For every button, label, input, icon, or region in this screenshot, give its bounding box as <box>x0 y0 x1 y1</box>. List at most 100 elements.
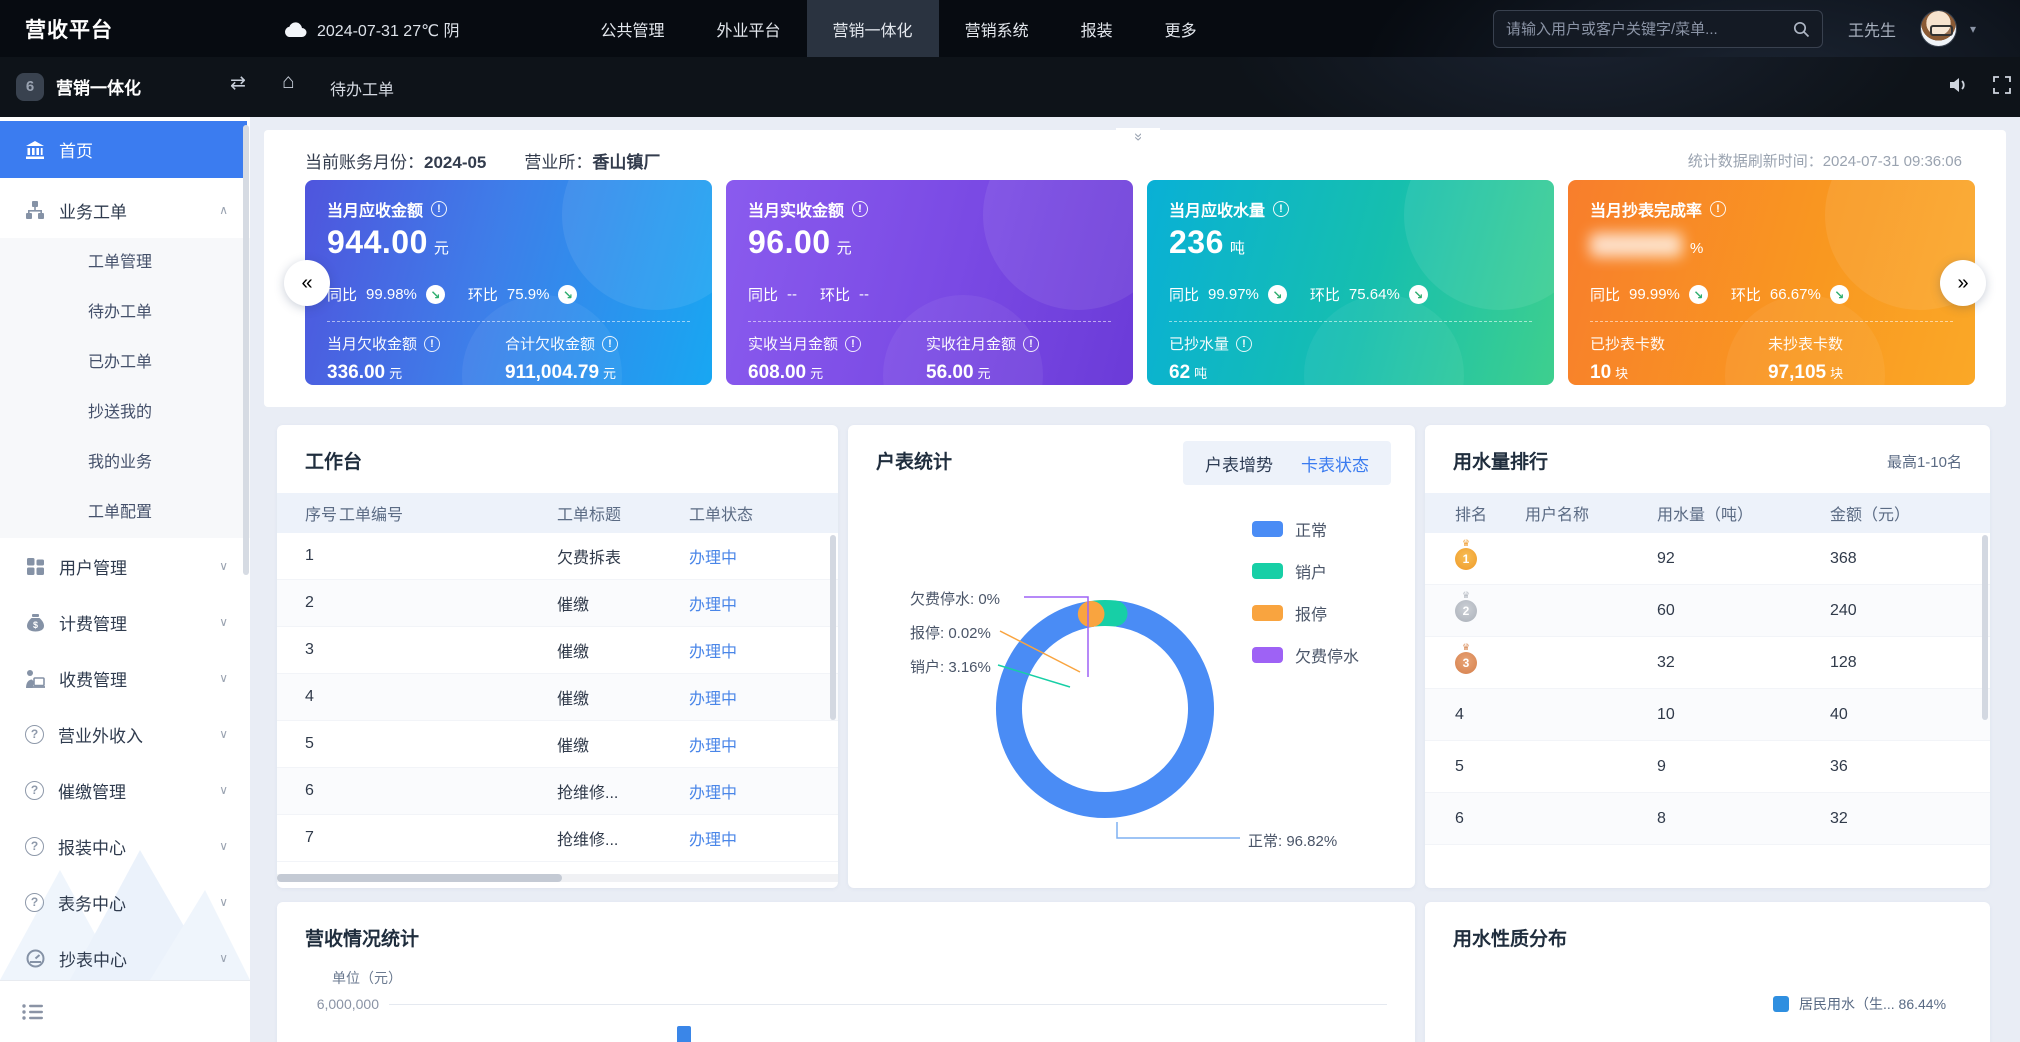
account-month: 当前账务月份：2024-05 <box>305 148 486 173</box>
info-icon[interactable] <box>845 336 861 352</box>
sidebar-item-fee-mgmt[interactable]: 收费管理 <box>0 650 250 706</box>
horizontal-scrollbar[interactable] <box>277 874 562 882</box>
legend-item[interactable]: 销户 <box>1252 559 1359 583</box>
table-row[interactable]: 5 催缴 办理中 <box>277 721 838 768</box>
quick-link-todo[interactable]: 待办工单 <box>330 76 394 100</box>
sidebar-subitem-my-business[interactable]: 我的业务 <box>0 438 250 488</box>
nav-item-marketing-system[interactable]: 营销系统 <box>939 0 1055 57</box>
info-icon[interactable] <box>1023 336 1039 352</box>
sidebar-footer <box>0 980 250 1042</box>
home-icon[interactable] <box>282 70 295 94</box>
info-icon[interactable] <box>1273 201 1289 217</box>
panel-title: 用水量排行 <box>1453 447 1548 474</box>
trend-down-icon <box>1689 285 1708 304</box>
list-menu-icon[interactable] <box>22 1003 44 1021</box>
chevron-down-icon[interactable] <box>1970 22 1976 36</box>
sidebar-scrollbar[interactable] <box>243 125 249 575</box>
speaker-icon[interactable] <box>1948 75 1970 95</box>
table-row[interactable]: 4 10 40 <box>1425 689 1990 741</box>
fullscreen-icon[interactable] <box>1992 75 2012 95</box>
table-row[interactable]: 3 32 128 <box>1425 637 1990 689</box>
legend-item[interactable]: 报停 <box>1252 601 1359 625</box>
silver-medal-icon: 2 <box>1455 600 1477 622</box>
panel-title: 营收情况统计 <box>305 924 419 951</box>
weather-widget: 2024-07-31 27℃ 阴 <box>283 17 460 41</box>
info-icon[interactable] <box>1710 201 1726 217</box>
sidebar-item-work-orders[interactable]: 业务工单 <box>0 182 250 238</box>
table-row[interactable]: 1 92 368 <box>1425 533 1990 585</box>
search-input[interactable] <box>1506 21 1793 38</box>
table-row[interactable]: 7 抢维修... 办理中 <box>277 815 838 862</box>
workbench-panel: 工作台 序号 工单编号 工单标题 工单状态 1 欠费拆表 办理中 2 催缴 办理… <box>277 425 838 888</box>
sidebar-item-collection-mgmt[interactable]: 催缴管理 <box>0 762 250 818</box>
info-icon[interactable] <box>424 336 440 352</box>
stat-card-receivable-amount: 当月应收金额 944.00元 同比99.98% 环比75.9% 当月欠收金额 3… <box>305 180 712 385</box>
vertical-scrollbar[interactable] <box>830 535 836 720</box>
sidebar-subitem-done-orders[interactable]: 已办工单 <box>0 338 250 388</box>
table-row-partial[interactable] <box>1425 845 1990 888</box>
switch-app-icon[interactable] <box>230 72 246 95</box>
sidebar-subitem-todo-orders[interactable]: 待办工单 <box>0 288 250 338</box>
trend-down-icon <box>1830 285 1849 304</box>
table-row[interactable]: 2 60 240 <box>1425 585 1990 637</box>
divider <box>748 321 1111 322</box>
meter-icon <box>25 948 45 968</box>
table-row[interactable]: 3 催缴 办理中 <box>277 627 838 674</box>
info-icon[interactable] <box>431 201 447 217</box>
cashier-icon <box>25 668 45 688</box>
nav-item-install[interactable]: 报装 <box>1055 0 1139 57</box>
sidebar-item-meter-affairs-center[interactable]: 表务中心 <box>0 874 250 930</box>
table-row[interactable]: 4 催缴 办理中 <box>277 674 838 721</box>
sidebar-subitem-cc-me[interactable]: 抄送我的 <box>0 388 250 438</box>
sidebar-item-non-operating-income[interactable]: 营业外收入 <box>0 706 250 762</box>
legend-item[interactable]: 欠费停水 <box>1252 643 1359 667</box>
nav-item-more[interactable]: 更多 <box>1139 0 1223 57</box>
sidebar-item-user-mgmt[interactable]: 用户管理 <box>0 538 250 594</box>
info-icon[interactable] <box>1236 336 1252 352</box>
sidebar-subitem-order-config[interactable]: 工单配置 <box>0 488 250 538</box>
table-row[interactable]: 2 催缴 办理中 <box>277 580 838 627</box>
table-row[interactable]: 1 欠费拆表 办理中 <box>277 533 838 580</box>
nav-item-field-platform[interactable]: 外业平台 <box>691 0 807 57</box>
sidebar-item-home[interactable]: 首页 <box>0 121 247 178</box>
gridline <box>389 1004 1387 1005</box>
info-icon[interactable] <box>852 201 868 217</box>
stat-card-received-amount: 当月实收金额 96.00元 同比-- 环比-- 实收当月金额 608.00元 实… <box>726 180 1133 385</box>
water-ranking-panel: 用水量排行 最高1-10名 排名 用户名称 用水量（吨） 金额（元） 1 92 … <box>1425 425 1990 888</box>
card-trend: 同比99.98% 环比75.9% <box>327 284 577 305</box>
legend-item[interactable]: 居民用水（生... 86.44% <box>1773 994 1946 1014</box>
vertical-scrollbar[interactable] <box>1982 535 1988 720</box>
sidebar-item-install-center[interactable]: 报装中心 <box>0 818 250 874</box>
info-icon[interactable] <box>602 336 618 352</box>
chevron-down-icon <box>219 671 228 685</box>
weather-text: 2024-07-31 27℃ 阴 <box>317 17 460 41</box>
carousel-prev-button[interactable]: « <box>284 260 330 306</box>
nav-item-public-mgmt[interactable]: 公共管理 <box>575 0 691 57</box>
sidebar-item-label: 抄表中心 <box>59 946 127 971</box>
table-row[interactable]: 6 抢维修... 办理中 <box>277 768 838 815</box>
search-icon[interactable] <box>1793 21 1810 38</box>
sidebar-item-billing-mgmt[interactable]: $ 计费管理 <box>0 594 250 650</box>
collapse-panel-icon[interactable] <box>1116 128 1160 148</box>
redacted-value <box>1590 233 1682 257</box>
chevron-down-icon <box>219 615 228 629</box>
legend-item[interactable]: 正常 <box>1252 517 1359 541</box>
axis-tick: 6,000,000 <box>293 996 379 1012</box>
nav-item-marketing-integration[interactable]: 营销一体化 <box>807 0 939 57</box>
sidebar-item-meter-reading-center[interactable]: 抄表中心 <box>0 930 250 986</box>
range-label: 最高1-10名 <box>1887 451 1962 472</box>
carousel-next-button[interactable]: » <box>1940 260 1986 306</box>
chevron-down-icon <box>219 951 228 965</box>
donut-segment-normal[interactable] <box>1009 614 1201 805</box>
table-row[interactable]: 5 9 36 <box>1425 741 1990 793</box>
user-name[interactable]: 王先生 <box>1848 0 1896 57</box>
avatar[interactable] <box>1920 10 1957 47</box>
sidebar-item-label: 业务工单 <box>59 198 127 223</box>
legend-swatch <box>1252 605 1283 621</box>
chart-legend: 正常 销户 报停 欠费停水 <box>1252 517 1359 667</box>
sidebar-subitem-order-mgmt[interactable]: 工单管理 <box>0 238 250 288</box>
divider <box>327 321 690 322</box>
table-row[interactable]: 6 8 32 <box>1425 793 1990 845</box>
card-sub-metric: 已抄水量 62吨 <box>1169 333 1252 384</box>
global-search[interactable] <box>1493 10 1823 48</box>
